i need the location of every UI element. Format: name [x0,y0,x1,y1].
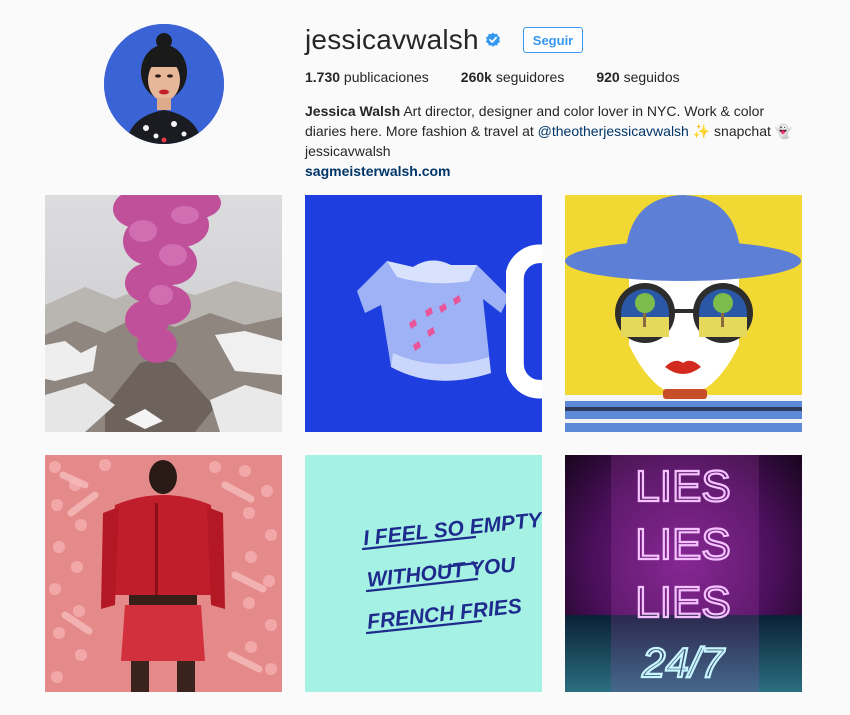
post-image-neon: LIES LIES LIES 24/7 [565,455,802,692]
avatar-image [104,24,224,144]
post-tile-french-fries[interactable]: I FEEL SO EMPTY WITHOUT YOU FRENCH FRIES [305,455,542,692]
username-row: jessicavwalsh Seguir [305,20,584,60]
post-image-french-fries: I FEEL SO EMPTY WITHOUT YOU FRENCH FRIES [305,455,542,692]
neon-text-line-4: 24/7 [641,639,725,686]
profile-full-name: Jessica Walsh [305,103,401,119]
bio-mention-link[interactable]: @theotherjessicavwalsh [538,123,689,139]
follow-button[interactable]: Seguir [522,27,584,53]
posts-label: publicaciones [340,69,429,85]
neon-text-line-3: LIES [635,578,730,627]
post-tile-blouse[interactable] [305,195,542,432]
neon-text-line-1: LIES [635,462,730,511]
post-tile-volcano[interactable] [45,195,282,432]
profile-username[interactable]: jessicavwalsh [305,24,479,56]
post-image-illustration [565,195,802,432]
followers-count: 260k [460,69,492,85]
neon-text-line-2: LIES [635,520,730,569]
following-count-stat[interactable]: 920 seguidos [596,69,679,85]
post-image-volcano [45,195,282,432]
post-tile-illustration[interactable] [565,195,802,432]
following-label: seguidos [619,69,680,85]
profile-avatar[interactable] [104,24,224,144]
following-count: 920 [596,69,620,85]
video-camera-icon [506,203,542,399]
followers-label: seguidores [491,69,565,85]
posts-count: 1.730 [305,69,341,85]
post-image-red-fashion [45,455,282,692]
profile-header: jessicavwalsh Seguir 1.730 publicaciones… [0,0,850,180]
post-tile-red-fashion[interactable] [45,455,282,692]
posts-count-stat: 1.730 publicaciones [305,69,429,85]
profile-stats: 1.730 publicaciones 260k seguidores 920 … [305,69,712,85]
post-tile-neon[interactable]: LIES LIES LIES 24/7 [565,455,802,692]
followers-count-stat[interactable]: 260k seguidores [461,69,565,85]
profile-website-link[interactable]: sagmeisterwalsh.com [305,161,805,181]
profile-bio: Jessica Walsh Art director, designer and… [305,101,805,181]
verified-badge-icon [485,32,501,48]
